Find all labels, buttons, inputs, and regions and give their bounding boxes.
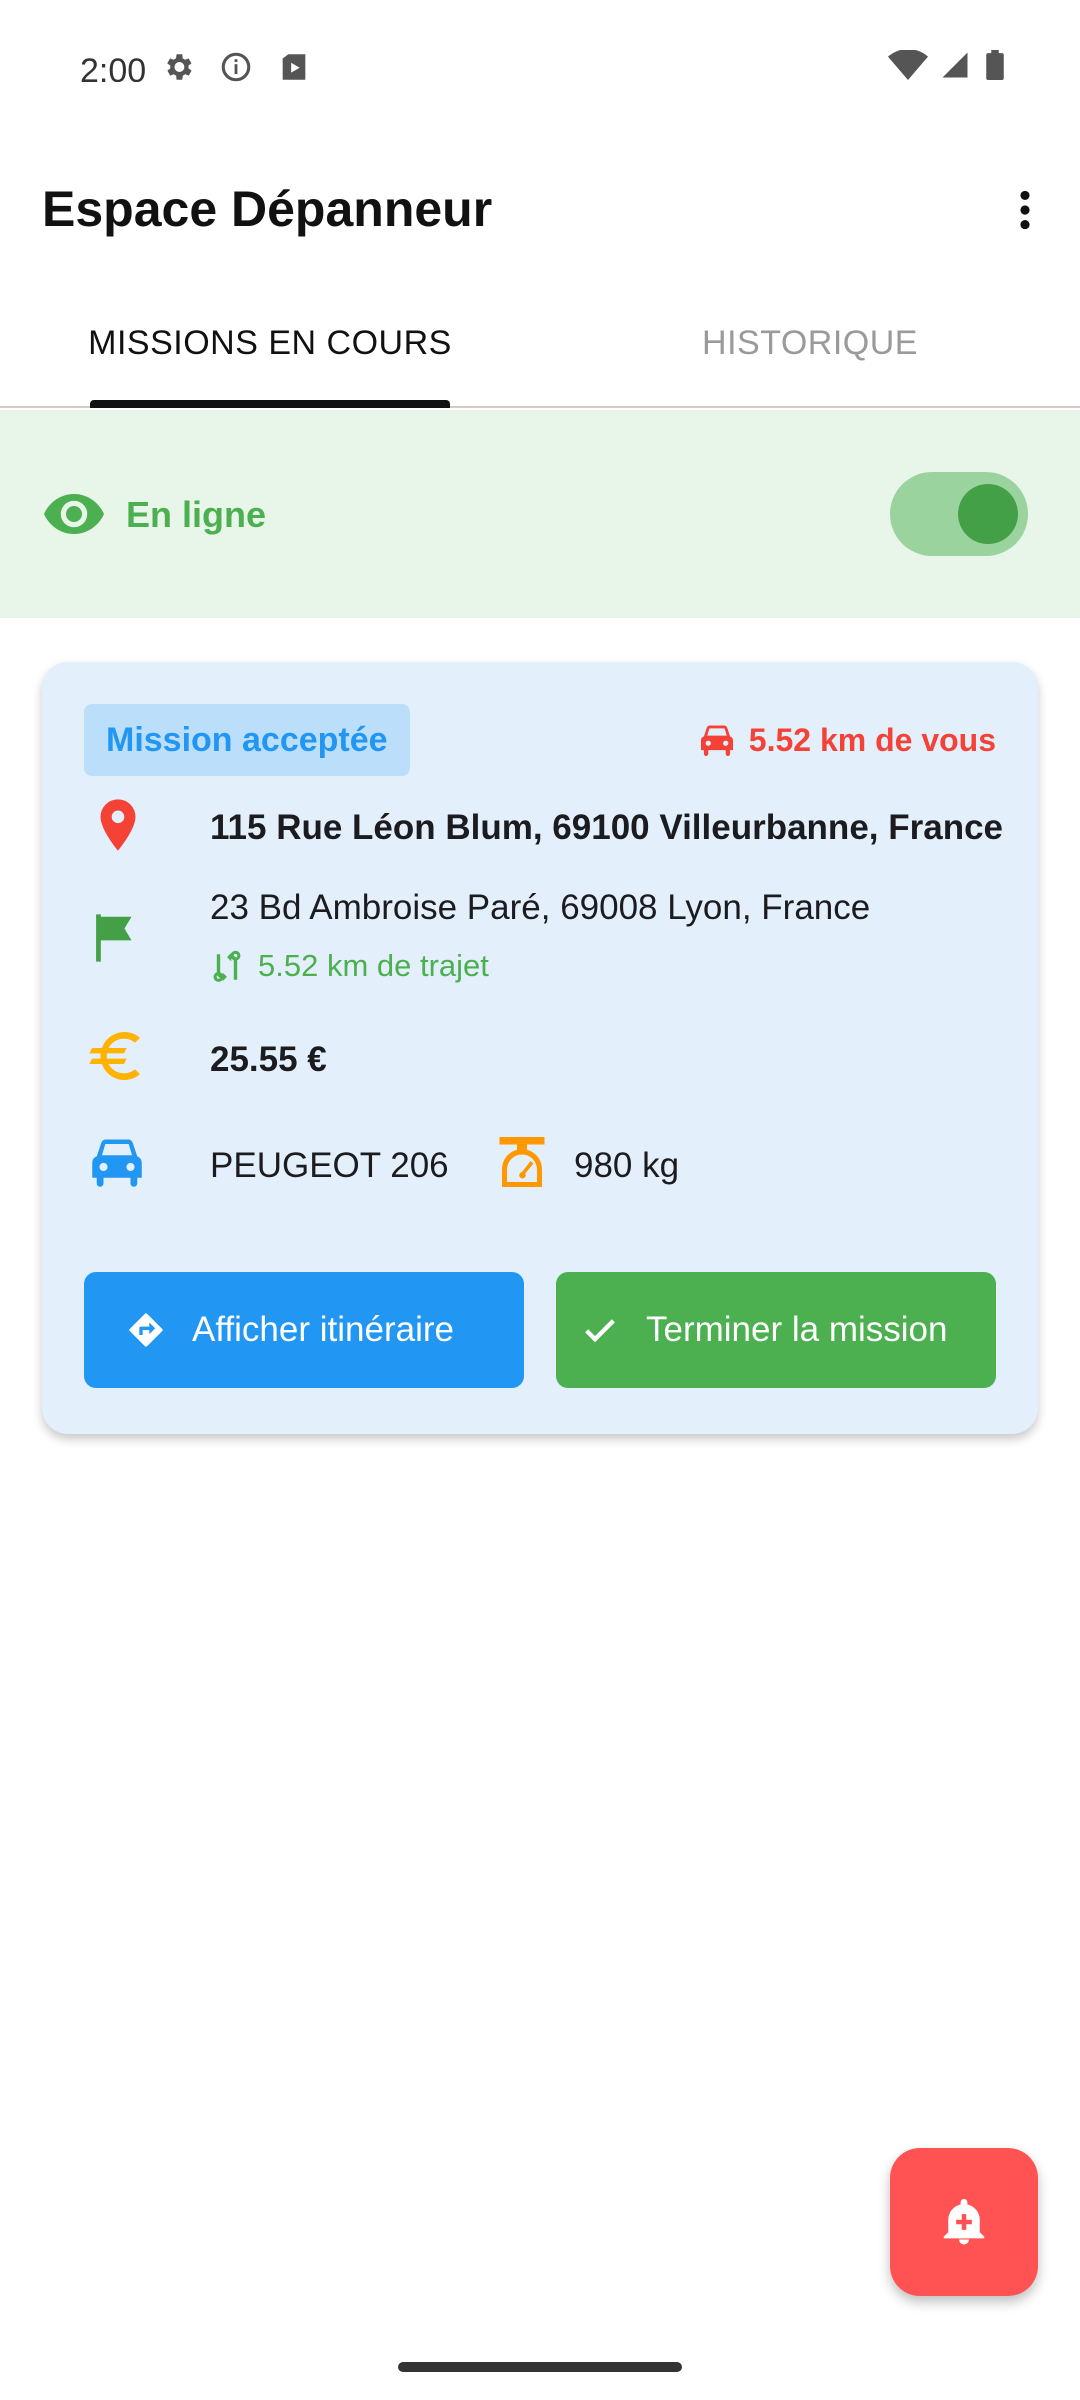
distance-to-you: 5.52 km de vous xyxy=(699,718,996,762)
tab-historique[interactable]: HISTORIQUE xyxy=(540,300,1080,406)
finish-mission-label: Terminer la mission xyxy=(646,1310,948,1349)
availability-toggle[interactable] xyxy=(890,472,1028,556)
euro-icon xyxy=(89,1031,140,1081)
route-icon xyxy=(213,950,241,982)
signal-icon xyxy=(942,52,968,78)
toggle-knob xyxy=(958,484,1018,544)
info-icon xyxy=(221,52,251,82)
location-pin-icon xyxy=(100,799,136,851)
finish-mission-button[interactable]: Terminer la mission xyxy=(556,1272,996,1388)
tab-indicator xyxy=(90,400,450,408)
mission-card: Mission acceptée 5.52 km de vous 115 Rue… xyxy=(42,662,1038,1434)
status-badge: Mission acceptée xyxy=(84,704,410,776)
pickup-address: 115 Rue Léon Blum, 69100 Villeurbanne, F… xyxy=(210,808,1004,847)
app-bar: Espace Dépanneur xyxy=(0,150,1080,270)
availability-label: En ligne xyxy=(126,494,267,535)
vehicle-weight: 980 kg xyxy=(574,1146,680,1185)
availability-banner: En ligne xyxy=(0,410,1080,618)
battery-icon xyxy=(986,50,1004,80)
gesture-bar[interactable] xyxy=(398,2362,682,2372)
notification-fab[interactable] xyxy=(890,2148,1038,2296)
status-time: 2:00 xyxy=(80,52,147,82)
page-title: Espace Dépanneur xyxy=(42,181,493,237)
tab-bar: MISSIONS EN COURS HISTORIQUE xyxy=(0,300,1080,408)
trip-distance: 5.52 km de trajet xyxy=(258,948,489,983)
wifi-icon xyxy=(888,50,928,80)
more-vert-icon[interactable] xyxy=(1000,180,1050,240)
vehicle-car-icon xyxy=(92,1139,142,1187)
destination-address: 23 Bd Ambroise Paré, 69008 Lyon, France xyxy=(210,888,871,927)
distance-text: 5.52 km de vous xyxy=(748,722,996,758)
eye-icon xyxy=(44,494,104,534)
vehicle-model: PEUGEOT 206 xyxy=(210,1146,449,1185)
tab-missions-en-cours[interactable]: MISSIONS EN COURS xyxy=(0,300,540,406)
status-bar: 2:00 xyxy=(0,0,1080,100)
show-route-button[interactable]: Afficher itinéraire xyxy=(84,1272,524,1388)
car-icon xyxy=(700,725,733,756)
show-route-label: Afficher itinéraire xyxy=(192,1310,454,1349)
notification-add-icon xyxy=(943,2198,985,2245)
directions-icon xyxy=(129,1313,163,1347)
check-icon xyxy=(585,1319,615,1343)
weight-scale-icon xyxy=(499,1137,545,1187)
play-store-icon xyxy=(282,54,306,80)
price: 25.55 € xyxy=(210,1040,327,1079)
settings-gear-icon xyxy=(167,54,192,80)
flag-icon xyxy=(96,914,132,962)
